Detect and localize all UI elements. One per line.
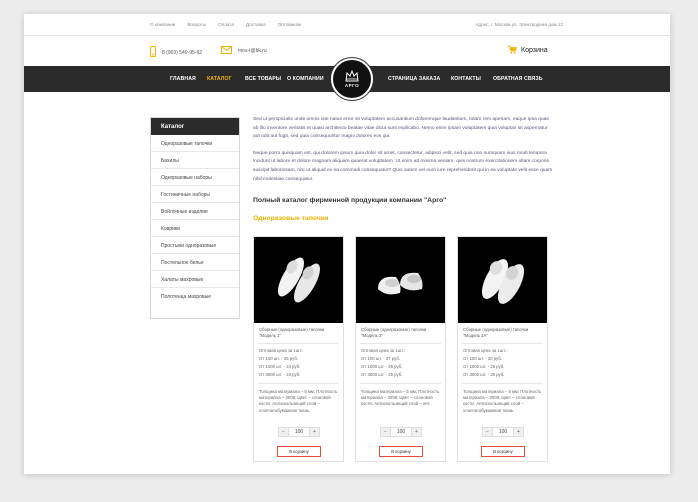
logo-text: АРГО — [344, 83, 360, 88]
nav-item-catalog[interactable]: Каталог — [207, 76, 232, 82]
email-contact[interactable]: mos-t@bk.ru — [221, 46, 267, 56]
top-bar: О компании Вопросы Оплата Доставка Оптов… — [24, 14, 670, 36]
sidebar-item-disposable-sheets[interactable]: Простыни одноразовые — [151, 237, 239, 254]
quantity-stepper: − 100 + — [482, 427, 524, 437]
nav-item-all-products[interactable]: Все товары — [245, 76, 281, 82]
add-to-cart-button[interactable]: В корзину — [481, 446, 525, 457]
product-name[interactable]: Сборные (одноразовые) тапочки "Модель 2А… — [463, 327, 543, 339]
decrement-button[interactable]: − — [483, 428, 492, 436]
price-line: От 100 шт. - 27 руб. — [361, 356, 400, 361]
nav-item-about[interactable]: О компании — [287, 76, 324, 82]
section-heading: Одноразовые тапочки — [253, 215, 329, 222]
sidebar-item-hotel-kits[interactable]: Гостиничные наборы — [151, 186, 239, 203]
increment-button[interactable]: + — [412, 428, 421, 436]
product-image[interactable] — [458, 237, 547, 323]
address-text: Адрес: г. Москва ул. Электродная дом 13 — [475, 22, 563, 27]
price-line: От 1000 шт. - 29 руб. — [463, 364, 505, 369]
price-title: Оптовая цена за 1шт.: — [259, 348, 304, 353]
product-card: Сборные (одноразовые) тапочки "Модель 2"… — [355, 236, 446, 462]
divider — [258, 383, 339, 384]
sidebar-item-bathrobes[interactable]: Халаты махровые — [151, 271, 239, 288]
intro-paragraph-2: Neque porro quisquam est, qui dolorem ip… — [253, 150, 553, 182]
phone-icon — [150, 46, 156, 59]
price-title: Оптовая цена за 1шт.: — [463, 348, 508, 353]
nav-item-order-page[interactable]: Страница заказа — [388, 76, 440, 82]
main-content: Sed ut perspiciatis unde omnis iste natu… — [253, 116, 553, 184]
sidebar-title: Каталог — [151, 118, 239, 135]
cart-label: Корзина — [521, 47, 548, 54]
price-line: От 3000 шт. - 25 руб. — [361, 372, 403, 377]
top-link-questions[interactable]: Вопросы — [187, 22, 206, 27]
cart-link[interactable]: Корзина — [507, 45, 548, 56]
divider — [258, 343, 339, 344]
add-to-cart-button[interactable]: В корзину — [379, 446, 423, 457]
sidebar-item-rugs[interactable]: Коврики — [151, 220, 239, 237]
decrement-button[interactable]: − — [381, 428, 390, 436]
decrement-button[interactable]: − — [279, 428, 288, 436]
top-link-wholesale[interactable]: Оптовикам — [278, 22, 302, 27]
nav-item-feedback[interactable]: Обратная связь — [493, 76, 543, 82]
product-card: Сборные (одноразовые) тапочки "Модель 1"… — [253, 236, 344, 462]
catalog-heading: Полный каталог фирменной продукции компа… — [253, 197, 447, 204]
quantity-input[interactable]: 100 — [288, 428, 310, 436]
price-line: От 1000 шт. - 24 руб. — [259, 364, 301, 369]
site-logo[interactable]: АРГО — [331, 58, 373, 100]
price-title: Оптовая цена за 1шт.: — [361, 348, 406, 353]
product-description: Толщина материала – 5 мм; Плотность мате… — [361, 389, 440, 407]
phone-contact[interactable]: 8 (903) 540-95-92 — [150, 46, 202, 59]
price-line: От 3000 шт. - 23 руб. — [259, 372, 301, 377]
product-image[interactable] — [254, 237, 343, 323]
top-link-delivery[interactable]: Доставка — [246, 22, 266, 27]
sidebar-item-felt-products[interactable]: Войлочные изделия — [151, 203, 239, 220]
price-line: От 3000 шт. - 28 руб. — [463, 372, 505, 377]
product-image[interactable] — [356, 237, 445, 323]
envelope-icon — [221, 46, 232, 56]
nav-item-contacts[interactable]: Контакты — [451, 76, 481, 82]
logo-emblem-icon — [345, 70, 359, 82]
email-address: mos-t@bk.ru — [238, 48, 267, 54]
product-description: Толщина материала – 8 мм; Плотность мате… — [463, 389, 542, 413]
sidebar-item-disposable-kits[interactable]: Одноразовые наборы — [151, 169, 239, 186]
nav-item-home[interactable]: Главная — [170, 76, 196, 82]
quantity-stepper: − 100 + — [278, 427, 320, 437]
divider — [462, 383, 543, 384]
product-name[interactable]: Сборные (одноразовые) тапочки "Модель 1" — [259, 327, 339, 339]
quantity-input[interactable]: 100 — [492, 428, 514, 436]
product-card: Сборные (одноразовые) тапочки "Модель 2А… — [457, 236, 548, 462]
quantity-stepper: − 100 + — [380, 427, 422, 437]
price-line: От 1000 шт. - 26 руб. — [361, 364, 403, 369]
catalog-sidebar: Каталог Одноразовые тапочки Бахилы Однор… — [150, 117, 240, 319]
top-link-about[interactable]: О компании — [150, 22, 175, 27]
phone-number: 8 (903) 540-95-92 — [162, 49, 203, 56]
sidebar-item-towels[interactable]: Полотенца махровые — [151, 288, 239, 305]
increment-button[interactable]: + — [310, 428, 319, 436]
divider — [462, 343, 543, 344]
top-links: О компании Вопросы Оплата Доставка Оптов… — [150, 22, 301, 27]
add-to-cart-button[interactable]: В корзину — [277, 446, 321, 457]
price-line: От 100 шт. - 25 руб. — [259, 356, 298, 361]
sidebar-item-shoe-covers[interactable]: Бахилы — [151, 152, 239, 169]
sidebar-item-bed-linen[interactable]: Постельное белье — [151, 254, 239, 271]
price-line: От 100 шт. - 30 руб. — [463, 356, 502, 361]
top-link-payment[interactable]: Оплата — [218, 22, 234, 27]
increment-button[interactable]: + — [514, 428, 523, 436]
product-name[interactable]: Сборные (одноразовые) тапочки "Модель 2" — [361, 327, 441, 339]
product-description: Толщина материала – 5 мм; Плотность мате… — [259, 389, 338, 413]
divider — [360, 343, 441, 344]
divider — [360, 383, 441, 384]
quantity-input[interactable]: 100 — [390, 428, 412, 436]
intro-paragraph-1: Sed ut perspiciatis unde omnis iste natu… — [253, 117, 550, 140]
cart-icon — [507, 45, 518, 56]
page: О компании Вопросы Оплата Доставка Оптов… — [24, 14, 670, 474]
sidebar-item-slippers[interactable]: Одноразовые тапочки — [151, 135, 239, 152]
